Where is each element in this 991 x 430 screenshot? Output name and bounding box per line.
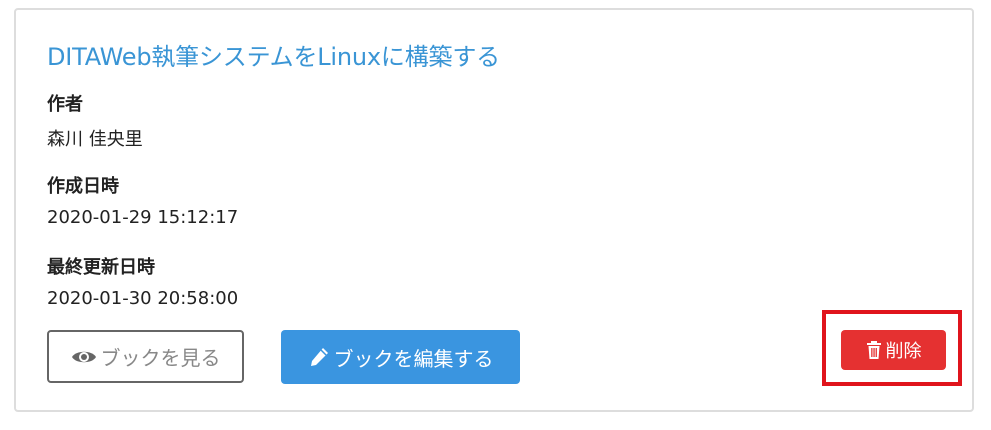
author-value: 森川 佳央里 — [47, 129, 143, 150]
author-label: 作者 — [47, 94, 83, 115]
book-title-link[interactable]: DITAWeb執筆システムをLinuxに構築する — [47, 37, 500, 72]
created-label: 作成日時 — [47, 176, 119, 197]
highlight-box — [822, 310, 962, 386]
eye-icon — [71, 351, 96, 362]
updated-value: 2020-01-30 20:58:00 — [47, 288, 239, 309]
updated-label: 最終更新日時 — [47, 257, 155, 278]
edit-book-button[interactable]: ブックを編集する — [281, 330, 520, 384]
created-value: 2020-01-29 15:12:17 — [47, 207, 239, 228]
view-book-button[interactable]: ブックを見る — [47, 330, 244, 383]
pencil-icon — [310, 348, 328, 366]
edit-book-label: ブックを編集する — [333, 346, 494, 371]
view-book-label: ブックを見る — [100, 346, 221, 370]
